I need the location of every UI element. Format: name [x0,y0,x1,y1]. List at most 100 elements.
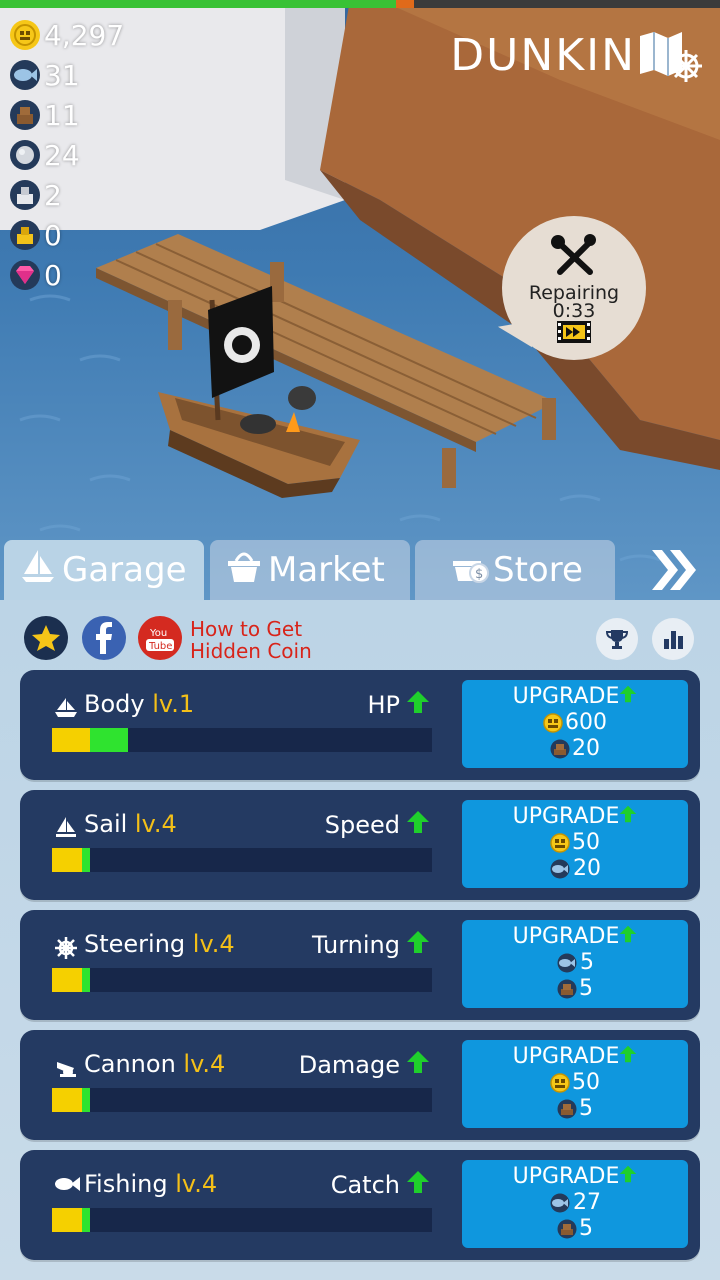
fish-icon [10,60,40,90]
rate-star-button[interactable] [24,616,68,660]
arrow-up-icon [406,930,430,960]
cost-row: 5 [462,1216,688,1241]
gold-icon [10,220,40,250]
youtube-button[interactable]: You Tube [138,616,182,660]
cost-row: 20 [462,856,688,881]
upgrade-title: Fishing lv.4 [84,1170,217,1198]
tab-market[interactable]: Market [210,540,410,600]
upgrade-level: lv.4 [175,1170,218,1198]
cost-value: 5 [579,976,593,1001]
arrow-up-icon [619,1164,637,1189]
arrow-up-icon [619,1044,637,1069]
arrow-up-icon [619,924,637,949]
svg-text:Tube: Tube [148,641,172,652]
progress-current [52,848,82,872]
upgrade-progress-bar [52,968,432,992]
stat-label: Catch [330,1171,400,1199]
stat-label: Speed [324,811,400,839]
upgrade-button[interactable]: UPGRADE 50 20 [462,800,688,888]
health-bar-warning [396,0,414,8]
resource-coins: 4,297 [10,18,124,52]
fish-icon [549,1193,571,1213]
upgrade-stat: Catch [331,1170,430,1200]
sailboat-icon [20,548,56,593]
achievements-button[interactable] [596,618,638,660]
cost-row: 5 [462,976,688,1001]
upgrade-button[interactable]: UPGRADE 5 5 [462,920,688,1008]
cost-value: 600 [565,710,607,735]
fish-icon [54,1176,80,1198]
resource-fish: 31 [10,58,80,92]
upgrade-button-label: UPGRADE [512,804,620,829]
upgrade-name: Fishing [84,1170,168,1198]
facebook-button[interactable] [82,616,126,660]
video-skip-icon[interactable] [556,320,592,344]
upgrade-button-label: UPGRADE [512,1044,620,1069]
cost-value: 5 [579,1216,593,1241]
cost-value: 50 [572,830,600,855]
upgrade-stat: Damage [299,1050,430,1080]
upgrade-button[interactable]: UPGRADE 600 20 [462,680,688,768]
upgrade-card-sail: Sail lv.4 Speed UPGRADE 50 20 [20,790,700,900]
upgrade-card-body: Body lv.1 HP UPGRADE 600 20 [20,670,700,780]
cost-row: 27 [462,1190,688,1215]
tab-bar: Garage Market $ Store [0,540,720,600]
cost-value: 50 [572,1070,600,1095]
arrow-up-icon [406,810,430,840]
progress-current [52,968,82,992]
resource-stone: 24 [10,138,80,172]
upgrade-button[interactable]: UPGRADE 50 5 [462,1040,688,1128]
stat-label: HP [367,691,400,719]
upgrade-level: lv.4 [183,1050,226,1078]
trophy-icon [605,630,629,649]
stat-label: Turning [312,931,400,959]
upgrade-stat: Turning [312,930,430,960]
cost-row: 5 [462,1096,688,1121]
arrow-up-icon [406,1050,430,1080]
upgrade-level: lv.1 [152,690,195,718]
upgrade-button-label: UPGRADE [512,1164,620,1189]
map-icon[interactable] [638,30,702,86]
progress-next [82,848,90,872]
wood-icon [10,100,40,130]
cost-row: 20 [462,736,688,761]
tab-garage[interactable]: Garage [4,540,204,600]
wood-icon [557,1099,577,1119]
wood-icon [557,1219,577,1239]
sail-icon [54,816,78,838]
progress-next [82,1208,90,1232]
repair-status-bubble[interactable]: Repairing 0:33 [497,216,646,360]
hidden-coin-link[interactable]: How to Get Hidden Coin [190,618,312,662]
store-basket-icon: $ [451,549,489,592]
upgrade-level: lv.4 [192,930,235,958]
upgrade-card-steering: Steering lv.4 Turning UPGRADE 5 5 [20,910,700,1020]
cost-value: 27 [573,1190,601,1215]
repair-timer: 0:33 [552,300,596,322]
upgrade-title: Cannon lv.4 [84,1050,225,1078]
resource-gems: 0 [10,258,62,292]
fish-icon [556,953,578,973]
next-tab-arrows-icon[interactable] [648,540,702,600]
coin-icon [543,712,563,733]
upgrade-button-label: UPGRADE [512,684,620,709]
cost-value: 20 [573,856,601,881]
upgrade-stat: Speed [325,810,430,840]
facebook-icon [96,622,112,654]
steering-wheel-icon [54,936,78,959]
coin-icon [10,20,40,50]
upgrade-card-fishing: Fishing lv.4 Catch UPGRADE 27 5 [20,1150,700,1260]
progress-next [82,968,90,992]
bubble-tail [497,321,533,353]
upgrade-button[interactable]: UPGRADE 27 5 [462,1160,688,1248]
tab-store[interactable]: $ Store [415,540,615,600]
upgrade-level: lv.4 [134,810,177,838]
leaderboard-button[interactable] [652,618,694,660]
cost-value: 5 [580,950,594,975]
upgrade-name: Steering [84,930,186,958]
upgrade-name: Body [84,690,145,718]
progress-current [52,1088,82,1112]
upgrade-progress-bar [52,848,432,872]
cost-row: 5 [462,950,688,975]
progress-current [52,1208,82,1232]
gem-icon [10,260,40,290]
